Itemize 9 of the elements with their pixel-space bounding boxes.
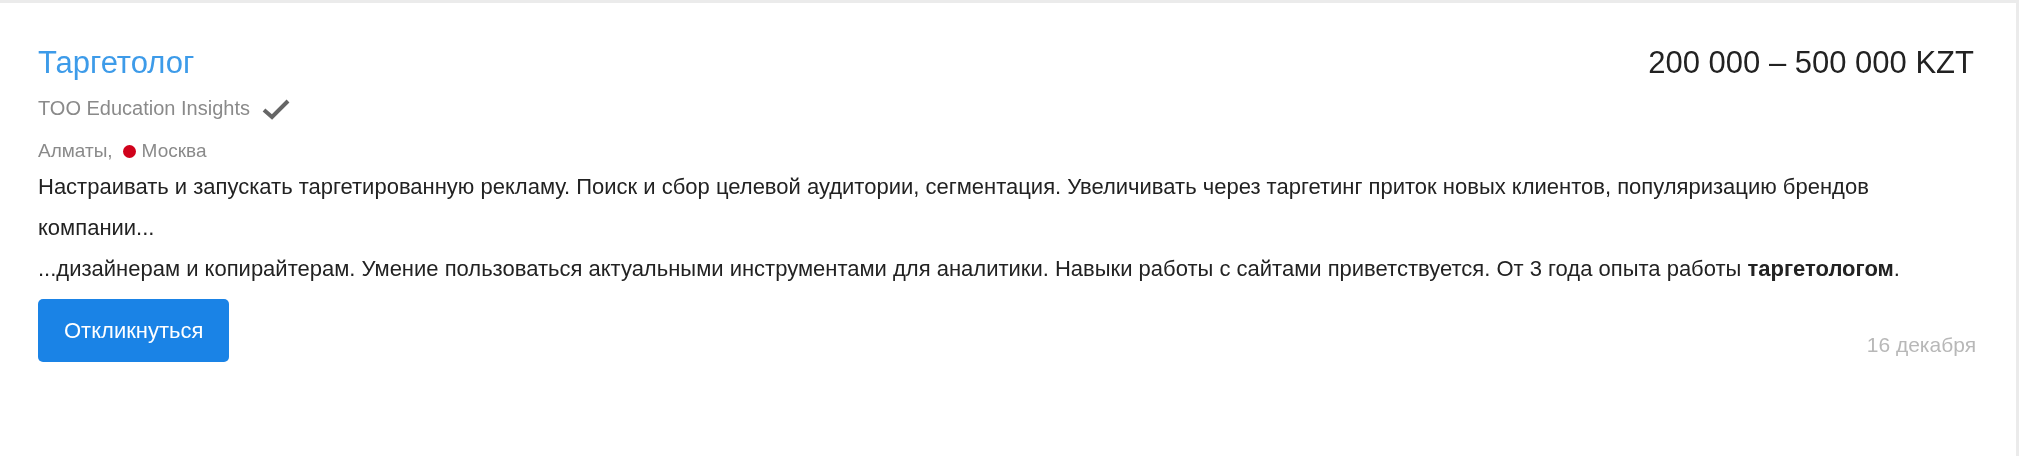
respond-button[interactable]: Откликнуться: [38, 299, 230, 362]
publication-date: 16 декабря: [1866, 332, 1976, 357]
salary: 200 000 – 500 000 KZT: [1648, 44, 1974, 82]
description-text: ...дизайнерам и копирайтерам. Умение пользоваться актуальными инструментами для аналитики. Навыки работы с сайтами приветствуется. От 3 года опыта работы таргетологом.: [38, 255, 1901, 283]
vacancy-title-link[interactable]: Таргетолог: [38, 43, 195, 83]
company-name[interactable]: TOO Education Insights: [38, 97, 250, 120]
location: Алматы,: [38, 140, 113, 162]
description-text: Настраивать и запускать таргетированную рекламу. Поиск и сбор целевой аудитории, сегментация. Увеличивать через таргетинг приток новых клиентов, популяризацию брендов компании...: [38, 173, 1870, 242]
location: Москва: [141, 140, 207, 162]
